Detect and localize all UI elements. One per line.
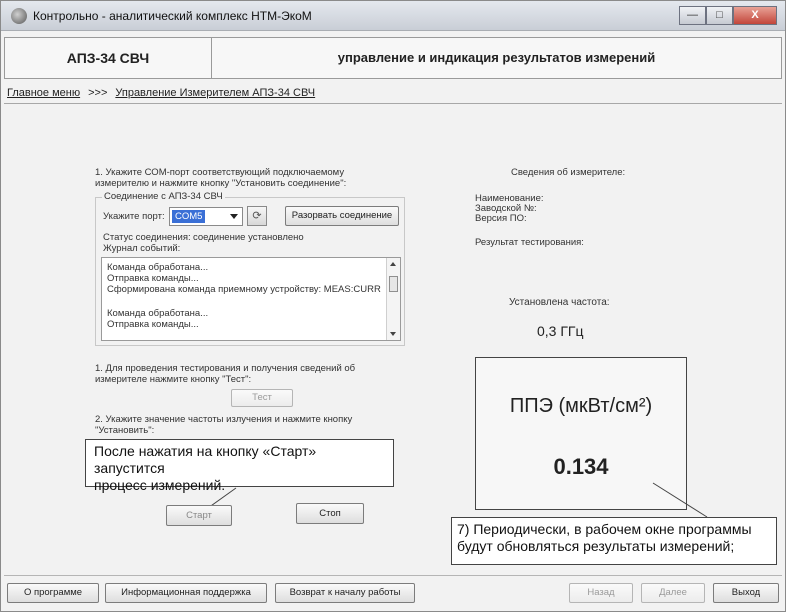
log-line: Команда обработана... (107, 262, 209, 273)
scroll-thumb[interactable] (389, 276, 398, 292)
next-button[interactable]: Далее (641, 583, 705, 603)
device-info-title: Сведения об измерителе: (511, 167, 626, 178)
frequency-value: 0,3 ГГц (537, 323, 584, 339)
start-callout: После нажатия на кнопку «Старт» запустит… (85, 439, 394, 493)
disconnect-button[interactable]: Разорвать соединение (285, 206, 399, 226)
restart-button[interactable]: Возврат к началу работы (275, 583, 415, 603)
refresh-ports-icon[interactable]: ⟳ (247, 206, 267, 226)
minimize-icon[interactable]: — (679, 6, 706, 25)
port-select-value: COM5 (172, 210, 206, 223)
support-button[interactable]: Информационная поддержка (105, 583, 267, 603)
periodic-callout-line1: 7) Периодически, в рабочем окне программ… (457, 521, 752, 537)
scroll-down-icon[interactable] (390, 332, 396, 336)
log-line: Сформирована команда приемному устройств… (107, 284, 381, 295)
device-name: АПЗ-34 СВЧ (5, 38, 212, 78)
breadcrumb: Главное меню >>> Управление Измерителем … (7, 87, 315, 99)
step2-instruction-line1: 2. Укажите значение частоты излучения и … (95, 414, 353, 425)
close-icon[interactable]: X (733, 6, 777, 25)
log-scrollbar[interactable] (386, 258, 400, 340)
periodic-callout: 7) Периодически, в рабочем окне программ… (451, 517, 777, 565)
periodic-callout-line2: будут обновляться результаты измерений; (457, 538, 735, 554)
step2-instruction-line2: "Установить": (95, 425, 155, 436)
breadcrumb-separator: >>> (88, 87, 108, 99)
test-result-label: Результат тестирования: (475, 237, 584, 248)
frequency-label: Установлена частота: (509, 297, 610, 308)
event-log[interactable]: Команда обработана... Отправка команды..… (101, 257, 401, 341)
test-instruction-line1: 1. Для проведения тестирования и получен… (95, 363, 356, 374)
window-controls: — □ X (679, 6, 777, 25)
page-title: управление и индикация результатов измер… (337, 50, 656, 65)
maximize-icon[interactable]: □ (706, 6, 733, 25)
breadcrumb-home-link[interactable]: Главное меню (7, 87, 80, 99)
port-label: Укажите порт: (103, 211, 165, 222)
app-window: Контрольно - аналитический комплекс НТМ-… (0, 0, 786, 612)
software-version-label: Версия ПО: (475, 213, 527, 224)
event-log-label: Журнал событий: (103, 243, 181, 254)
stop-button[interactable]: Стоп (296, 503, 364, 524)
step1-instruction-line2: измерителю и нажмите кнопку "Установить … (95, 178, 347, 189)
step1-instruction-line1: 1. Укажите СОМ-порт соответствующий подк… (95, 167, 345, 178)
port-select[interactable]: COM5 (169, 207, 243, 226)
ppe-value: 0.134 (553, 454, 609, 479)
back-button[interactable]: Назад (569, 583, 633, 603)
title-bar: Контрольно - аналитический комплекс НТМ-… (1, 1, 785, 31)
start-callout-line1: После нажатия на кнопку «Старт» запустит… (94, 443, 317, 476)
connection-status-label: Статус соединения: (103, 232, 191, 243)
log-line: Отправка команды... (107, 319, 199, 330)
exit-button[interactable]: Выход (713, 583, 779, 603)
connection-group-title: Соединение с АПЗ-34 СВЧ (102, 191, 225, 202)
test-instruction-line2: измерителе нажмите кнопку "Тест": (95, 374, 252, 385)
log-line: Команда обработана... (107, 308, 209, 319)
about-button[interactable]: О программе (7, 583, 99, 603)
callout-pointer (652, 482, 708, 518)
divider (4, 103, 782, 104)
test-button[interactable]: Тест (231, 389, 293, 407)
page-header: АПЗ-34 СВЧ управление и индикация резуль… (4, 37, 782, 79)
app-icon (11, 8, 27, 24)
footer-divider (4, 575, 782, 576)
chevron-down-icon[interactable] (230, 214, 238, 219)
ppe-title: ППЭ (мкВт/см²) (509, 395, 653, 417)
start-button[interactable]: Старт (166, 505, 232, 526)
connection-status-value: соединение установлено (193, 232, 304, 243)
breadcrumb-current-link[interactable]: Управление Измерителем АПЗ-34 СВЧ (115, 87, 315, 99)
scroll-up-icon[interactable] (390, 262, 396, 266)
window-title: Контрольно - аналитический комплекс НТМ-… (33, 9, 312, 23)
log-line: Отправка команды... (107, 273, 199, 284)
